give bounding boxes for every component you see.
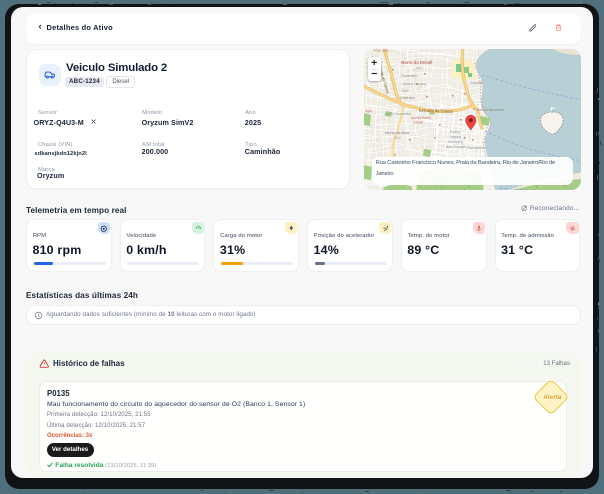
svg-text:Praia da Bandeira: Praia da Bandeira (473, 107, 505, 112)
svg-text:Guanabu: Guanabu (401, 73, 417, 78)
svg-text:Cocotá: Cocotá (470, 80, 483, 85)
svg-text:Planquinho: Planquinho (467, 146, 485, 150)
svg-text:95m: 95m (416, 66, 423, 70)
svg-text:Morro da Bica: Morro da Bica (385, 130, 410, 135)
svg-text:82m: 82m (402, 89, 409, 93)
svg-text:Marília Buffet: Marília Buffet (411, 116, 431, 120)
svg-text:Rua Jala: Rua Jala (374, 49, 390, 53)
svg-text:Jardim Caneca: Jardim Caneca (402, 82, 426, 86)
svg-text:Infantil: Infantil (413, 120, 423, 124)
svg-text:Ilguí: Ilguí (365, 109, 372, 113)
svg-text:das Graças: das Graças (446, 144, 466, 149)
svg-text:Jardim Guanabara: Jardim Guanabara (384, 112, 411, 116)
svg-text:82m: 82m (394, 136, 401, 140)
svg-text:Morro do Dendê: Morro do Dendê (401, 60, 433, 65)
svg-text:Guarabu: Guarabu (400, 96, 415, 100)
